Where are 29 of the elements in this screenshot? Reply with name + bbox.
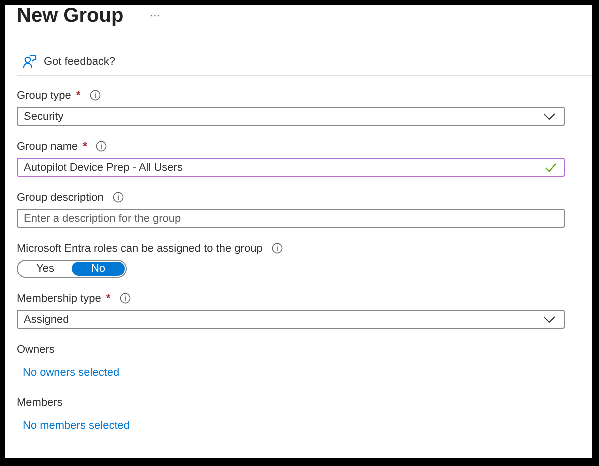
required-asterisk: * (76, 90, 81, 102)
required-asterisk: * (83, 140, 88, 152)
dropdown-field[interactable]: Security (17, 107, 565, 126)
toggle-option[interactable]: Yes (19, 262, 72, 276)
info-icon[interactable] (96, 141, 108, 152)
input-field[interactable]: Enter a description for the group (17, 209, 565, 228)
info-icon[interactable] (120, 293, 131, 304)
info-icon[interactable] (90, 90, 101, 101)
feedback-link[interactable]: Got feedback? (44, 56, 116, 68)
field-label: Microsoft Entra roles can be assigned to the group (17, 242, 263, 254)
selection-link[interactable]: No owners selected (17, 367, 565, 379)
info-icon[interactable] (112, 192, 124, 203)
required-asterisk: * (106, 292, 111, 304)
feedback-icon[interactable] (23, 55, 37, 69)
page-title: New Group (17, 5, 124, 28)
field-label: Membership type (17, 292, 102, 304)
selection-link[interactable]: No members selected (17, 420, 565, 432)
toggle-option[interactable]: No (72, 262, 125, 276)
field-label: Group name (17, 140, 78, 152)
input-field[interactable]: Autopilot Device Prep - All Users (17, 158, 565, 177)
dropdown-field[interactable]: Assigned (17, 310, 565, 329)
field-label: Group description (17, 192, 104, 204)
field-label: Owners (17, 344, 55, 356)
field-label: Members (17, 396, 63, 408)
info-icon[interactable] (272, 243, 283, 254)
field-label: Group type (17, 90, 72, 102)
chevron-down-icon (543, 112, 556, 120)
chevron-down-icon (543, 316, 556, 324)
more-options[interactable]: ··· (150, 10, 161, 22)
